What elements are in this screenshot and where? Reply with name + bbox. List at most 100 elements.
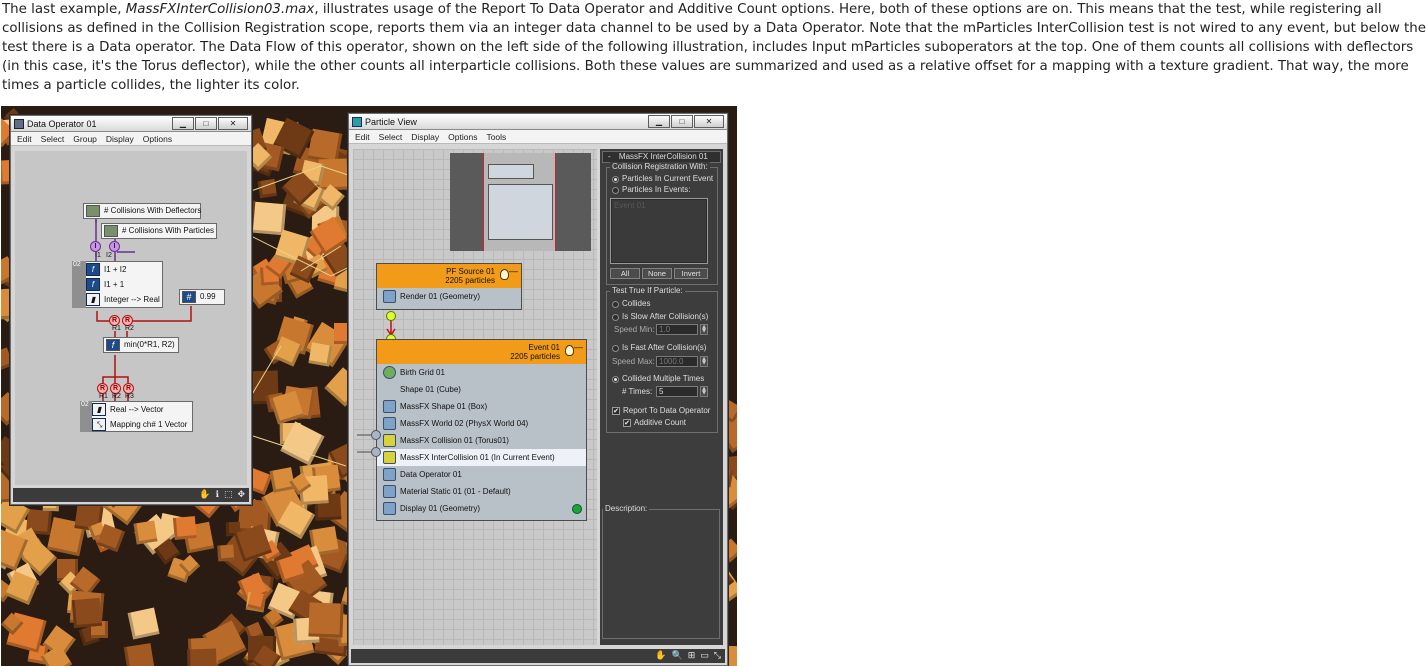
scalar-node[interactable]: # 0.99 [179, 289, 225, 305]
screenshot-illustration: Data Operator 01 ▁ □ ✕ Edit Select Group… [1, 106, 737, 666]
times-spinner[interactable]: ▲ ▼ [700, 386, 708, 397]
data-operator-title: Data Operator 01 [27, 119, 97, 129]
speed-max-field[interactable]: 1000.0 [656, 356, 698, 367]
event-row[interactable]: Display 01 (Geometry) [377, 500, 586, 517]
group2-row-convert[interactable]: ▮ Real --> Vector [90, 402, 192, 417]
minimize-button[interactable]: ▁ [648, 115, 670, 128]
test-input-connector[interactable] [371, 447, 381, 457]
radio-current-event[interactable] [612, 176, 619, 183]
convert-icon: ▮ [86, 293, 100, 306]
test-input-connector[interactable] [371, 430, 381, 440]
zoom-icon[interactable]: 🔍 [672, 650, 683, 662]
collisions-deflectors-node[interactable]: # Collisions With Deflectors [83, 203, 201, 219]
speed-min-label: Speed Min: [614, 325, 655, 334]
menu-edit[interactable]: Edit [17, 132, 32, 145]
event-row[interactable]: Birth Grid 01 [377, 364, 586, 381]
close-button[interactable]: ✕ [218, 117, 248, 130]
group-row-add[interactable]: f I1 + I2 [84, 262, 162, 277]
data-operator-statusbar: ✋ ℹ ⬚ ✥ [13, 488, 249, 502]
info-icon[interactable]: ℹ [216, 489, 219, 501]
event-output-dot[interactable] [572, 504, 582, 514]
event-header[interactable]: Event 01 2205 particles — [377, 340, 586, 364]
event-row-label: MassFX World 02 (PhysX World 04) [400, 419, 529, 428]
integer-group-node[interactable]: 02 f I1 + I2 f I1 + 1 ▮ Integer --> Real [72, 261, 163, 308]
event-row[interactable]: MassFX World 02 (PhysX World 04) [377, 415, 586, 432]
event-row[interactable]: Data Operator 01 [377, 466, 586, 483]
radio-multiple[interactable] [612, 376, 619, 383]
minimize-button[interactable]: ▁ [172, 117, 194, 130]
output-connector[interactable] [386, 311, 396, 321]
speed-min-spinner[interactable]: ▲ ▼ [700, 324, 708, 335]
menu-display[interactable]: Display [411, 130, 439, 143]
group2-row-mapping[interactable]: ⤡ Mapping ch# 1 Vector [90, 417, 192, 432]
menu-options[interactable]: Options [448, 130, 477, 143]
min-function-node[interactable]: f min(0*R1, R2) [103, 337, 179, 353]
events-listbox[interactable]: Event 01 [610, 198, 708, 264]
function-icon: f [86, 263, 100, 276]
speed-max-spinner[interactable]: ▲ ▼ [700, 356, 708, 367]
lightbulb-icon[interactable] [500, 269, 509, 280]
menu-tools[interactable]: Tools [486, 130, 506, 143]
vector-group-node[interactable]: 02 ▮ Real --> Vector ⤡ Mapping ch# 1 Vecto… [80, 401, 193, 432]
group-row-increment[interactable]: f I1 + 1 [84, 277, 162, 292]
collapse-icon[interactable]: — [574, 343, 583, 352]
region-icon[interactable]: ⬚ [224, 489, 233, 501]
collisions-particles-node[interactable]: # Collisions With Particles [101, 223, 217, 239]
radio-collides[interactable] [612, 301, 619, 308]
menu-options[interactable]: Options [143, 132, 172, 145]
test-true-label: Test True If Particle: [610, 286, 685, 295]
particle-view-window[interactable]: Particle View ▁ □ ✕ Edit Select Display … [348, 113, 728, 666]
lightbulb-icon[interactable] [565, 345, 574, 356]
zoom-extents-icon[interactable]: ▭ [700, 650, 709, 662]
radio-fast[interactable] [612, 345, 619, 352]
maximize-button[interactable]: □ [195, 117, 217, 130]
pan-icon[interactable]: ✋ [199, 489, 210, 501]
menu-select[interactable]: Select [379, 130, 403, 143]
radio-slow[interactable] [612, 314, 619, 321]
particle-view-titlebar[interactable]: Particle View ▁ □ ✕ [349, 114, 727, 130]
select-all-button[interactable]: All [610, 268, 640, 279]
radio-in-events[interactable] [612, 187, 619, 194]
zoom-region-icon[interactable]: ⊞ [688, 650, 696, 662]
invert-button[interactable]: Invert [674, 268, 708, 279]
no-zoom-icon[interactable]: ⤡ [714, 650, 721, 662]
select-none-button[interactable]: None [642, 268, 672, 279]
particle-diagram-canvas[interactable]: PF Source 01 2205 particles — Render 01 … [353, 149, 597, 645]
data-flow-canvas[interactable]: # Collisions With Deflectors # Collision… [15, 151, 247, 485]
times-field[interactable]: 5 [656, 386, 698, 397]
pf-source-header[interactable]: PF Source 01 2205 particles — [377, 264, 521, 288]
port-i-1[interactable]: I [90, 241, 101, 252]
event-row[interactable]: MassFX Collision 01 (Torus01) [377, 432, 586, 449]
event-row[interactable]: Material Static 01 (01 - Default) [377, 483, 586, 500]
maximize-button[interactable]: □ [671, 115, 693, 128]
menu-group[interactable]: Group [73, 132, 97, 145]
data-operator-app-icon [14, 119, 24, 129]
additive-checkbox[interactable]: ✔ [623, 419, 631, 427]
additive-label: Additive Count [634, 418, 687, 427]
data-operator-window[interactable]: Data Operator 01 ▁ □ ✕ Edit Select Group… [10, 115, 252, 505]
pan-icon[interactable]: ✋ [655, 650, 666, 662]
speed-min-field[interactable]: 1.0 [656, 324, 698, 335]
data-operator-titlebar[interactable]: Data Operator 01 ▁ □ ✕ [11, 116, 251, 132]
group-row-convert-label: Integer --> Real [104, 295, 160, 304]
pf-source-row-render[interactable]: Render 01 (Geometry) [377, 288, 521, 305]
menu-select[interactable]: Select [41, 132, 65, 145]
event-node[interactable]: Event 01 2205 particles — Birth Grid 01 … [376, 339, 587, 521]
report-checkbox[interactable]: ✔ [612, 407, 620, 415]
menu-display[interactable]: Display [106, 132, 134, 145]
event-row-selected[interactable]: MassFX InterCollision 01 (In Current Eve… [377, 449, 586, 466]
menu-edit[interactable]: Edit [355, 130, 370, 143]
port-label-i2: I2 [106, 252, 112, 259]
collision-test-icon [383, 434, 396, 447]
radio-collides-label: Collides [622, 299, 651, 308]
pf-source-node[interactable]: PF Source 01 2205 particles — Render 01 … [376, 263, 522, 310]
collapse-icon[interactable]: — [509, 267, 518, 276]
event-row[interactable]: Shape 01 (Cube) [377, 381, 586, 398]
port-i-2[interactable]: I [109, 241, 120, 252]
events-list-item[interactable]: Event 01 [614, 201, 646, 210]
group-row-convert[interactable]: ▮ Integer --> Real [84, 292, 162, 307]
event-row[interactable]: MassFX Shape 01 (Box) [377, 398, 586, 415]
rollout-collapse[interactable]: - [608, 152, 611, 161]
move-icon[interactable]: ✥ [237, 489, 245, 501]
close-button[interactable]: ✕ [694, 115, 724, 128]
